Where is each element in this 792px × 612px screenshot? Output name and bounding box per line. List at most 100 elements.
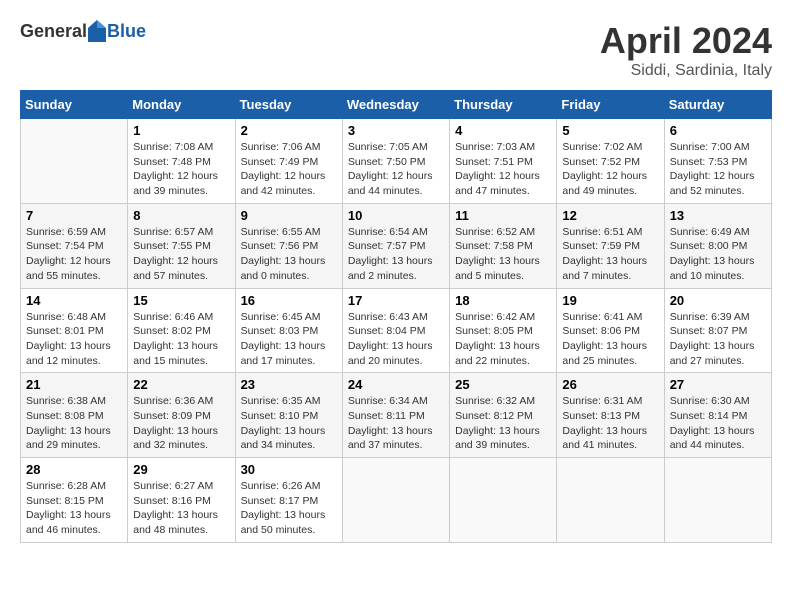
day-info: Sunrise: 6:41 AM Sunset: 8:06 PM Dayligh…	[562, 310, 658, 369]
calendar-cell: 2Sunrise: 7:06 AM Sunset: 7:49 PM Daylig…	[235, 119, 342, 204]
day-info: Sunrise: 6:28 AM Sunset: 8:15 PM Dayligh…	[26, 479, 122, 538]
day-number: 2	[241, 123, 337, 138]
calendar-cell: 16Sunrise: 6:45 AM Sunset: 8:03 PM Dayli…	[235, 288, 342, 373]
calendar-cell: 28 Sunrise: 6:28 AM Sunset: 8:15 PM Dayli…	[21, 458, 128, 543]
day-info: Sunrise: 6:51 AM Sunset: 7:59 PM Dayligh…	[562, 225, 658, 284]
day-info: Sunrise: 6:57 AM Sunset: 7:55 PM Dayligh…	[133, 225, 229, 284]
day-info: Sunrise: 6:42 AM Sunset: 8:05 PM Dayligh…	[455, 310, 551, 369]
day-number: 14	[26, 293, 122, 308]
day-number: 27	[670, 377, 766, 392]
weekday-header-tuesday: Tuesday	[235, 91, 342, 119]
day-number: 22	[133, 377, 229, 392]
day-info: Sunrise: 6:43 AM Sunset: 8:04 PM Dayligh…	[348, 310, 444, 369]
calendar-cell: 12 Sunrise: 6:51 AM Sunset: 7:59 PM Dayli…	[557, 203, 664, 288]
day-number: 25	[455, 377, 551, 392]
weekday-header-row: SundayMondayTuesdayWednesdayThursdayFrid…	[21, 91, 772, 119]
day-info: Sunrise: 6:36 AM Sunset: 8:09 PM Dayligh…	[133, 394, 229, 453]
calendar-header: SundayMondayTuesdayWednesdayThursdayFrid…	[21, 91, 772, 119]
calendar-cell: 26Sunrise: 6:31 AM Sunset: 8:13 PM Dayli…	[557, 373, 664, 458]
calendar-cell	[664, 458, 771, 543]
logo-general: General	[20, 21, 87, 42]
weekday-header-sunday: Sunday	[21, 91, 128, 119]
title-area: April 2024 Siddi, Sardinia, Italy	[600, 20, 772, 80]
calendar-cell: 30Sunrise: 6:26 AM Sunset: 8:17 PM Dayli…	[235, 458, 342, 543]
day-number: 17	[348, 293, 444, 308]
day-number: 10	[348, 208, 444, 223]
day-info: Sunrise: 6:52 AM Sunset: 7:58 PM Dayligh…	[455, 225, 551, 284]
day-info: Sunrise: 6:54 AM Sunset: 7:57 PM Dayligh…	[348, 225, 444, 284]
weekday-header-thursday: Thursday	[450, 91, 557, 119]
calendar-cell	[21, 119, 128, 204]
calendar-cell: 21Sunrise: 6:38 AM Sunset: 8:08 PM Dayli…	[21, 373, 128, 458]
day-number: 8	[133, 208, 229, 223]
day-number: 13	[670, 208, 766, 223]
calendar-cell: 1Sunrise: 7:08 AM Sunset: 7:48 PM Daylig…	[128, 119, 235, 204]
calendar-cell: 25 Sunrise: 6:32 AM Sunset: 8:12 PM Dayli…	[450, 373, 557, 458]
weekday-header-saturday: Saturday	[664, 91, 771, 119]
day-info: Sunrise: 6:48 AM Sunset: 8:01 PM Dayligh…	[26, 310, 122, 369]
logo-blue: Blue	[107, 21, 146, 42]
weekday-header-friday: Friday	[557, 91, 664, 119]
calendar-cell: 10 Sunrise: 6:54 AM Sunset: 7:57 PM Dayli…	[342, 203, 449, 288]
calendar-cell: 29 Sunrise: 6:27 AM Sunset: 8:16 PM Dayli…	[128, 458, 235, 543]
calendar-cell: 11 Sunrise: 6:52 AM Sunset: 7:58 PM Dayli…	[450, 203, 557, 288]
calendar-cell: 4 Sunrise: 7:03 AM Sunset: 7:51 PM Daylig…	[450, 119, 557, 204]
day-number: 11	[455, 208, 551, 223]
calendar-week-4: 21Sunrise: 6:38 AM Sunset: 8:08 PM Dayli…	[21, 373, 772, 458]
logo: General Blue	[20, 20, 146, 42]
calendar-cell	[450, 458, 557, 543]
day-info: Sunrise: 6:46 AM Sunset: 8:02 PM Dayligh…	[133, 310, 229, 369]
day-info: Sunrise: 7:08 AM Sunset: 7:48 PM Dayligh…	[133, 140, 229, 199]
day-number: 6	[670, 123, 766, 138]
location-title: Siddi, Sardinia, Italy	[600, 62, 772, 80]
calendar-week-5: 28 Sunrise: 6:28 AM Sunset: 8:15 PM Dayli…	[21, 458, 772, 543]
day-info: Sunrise: 6:31 AM Sunset: 8:13 PM Dayligh…	[562, 394, 658, 453]
calendar-week-2: 7Sunrise: 6:59 AM Sunset: 7:54 PM Daylig…	[21, 203, 772, 288]
calendar-cell: 18 Sunrise: 6:42 AM Sunset: 8:05 PM Dayli…	[450, 288, 557, 373]
calendar-table: SundayMondayTuesdayWednesdayThursdayFrid…	[20, 90, 772, 543]
calendar-cell	[342, 458, 449, 543]
day-number: 9	[241, 208, 337, 223]
calendar-cell: 5Sunrise: 7:02 AM Sunset: 7:52 PM Daylig…	[557, 119, 664, 204]
day-number: 28	[26, 462, 122, 477]
day-number: 19	[562, 293, 658, 308]
day-info: Sunrise: 6:27 AM Sunset: 8:16 PM Dayligh…	[133, 479, 229, 538]
day-number: 4	[455, 123, 551, 138]
day-info: Sunrise: 7:02 AM Sunset: 7:52 PM Dayligh…	[562, 140, 658, 199]
weekday-header-wednesday: Wednesday	[342, 91, 449, 119]
day-info: Sunrise: 7:00 AM Sunset: 7:53 PM Dayligh…	[670, 140, 766, 199]
day-info: Sunrise: 6:30 AM Sunset: 8:14 PM Dayligh…	[670, 394, 766, 453]
day-info: Sunrise: 6:49 AM Sunset: 8:00 PM Dayligh…	[670, 225, 766, 284]
day-number: 12	[562, 208, 658, 223]
day-info: Sunrise: 6:45 AM Sunset: 8:03 PM Dayligh…	[241, 310, 337, 369]
day-number: 3	[348, 123, 444, 138]
calendar-cell	[557, 458, 664, 543]
day-info: Sunrise: 6:32 AM Sunset: 8:12 PM Dayligh…	[455, 394, 551, 453]
weekday-header-monday: Monday	[128, 91, 235, 119]
calendar-cell: 14 Sunrise: 6:48 AM Sunset: 8:01 PM Dayli…	[21, 288, 128, 373]
day-number: 24	[348, 377, 444, 392]
month-title: April 2024	[600, 20, 772, 62]
calendar-cell: 24Sunrise: 6:34 AM Sunset: 8:11 PM Dayli…	[342, 373, 449, 458]
day-info: Sunrise: 6:38 AM Sunset: 8:08 PM Dayligh…	[26, 394, 122, 453]
day-number: 18	[455, 293, 551, 308]
calendar-cell: 6 Sunrise: 7:00 AM Sunset: 7:53 PM Daylig…	[664, 119, 771, 204]
calendar-cell: 23 Sunrise: 6:35 AM Sunset: 8:10 PM Dayli…	[235, 373, 342, 458]
calendar-cell: 3 Sunrise: 7:05 AM Sunset: 7:50 PM Daylig…	[342, 119, 449, 204]
day-info: Sunrise: 7:03 AM Sunset: 7:51 PM Dayligh…	[455, 140, 551, 199]
calendar-cell: 17 Sunrise: 6:43 AM Sunset: 8:04 PM Dayli…	[342, 288, 449, 373]
page-header: General Blue April 2024 Siddi, Sardinia,…	[20, 20, 772, 80]
calendar-cell: 7Sunrise: 6:59 AM Sunset: 7:54 PM Daylig…	[21, 203, 128, 288]
day-number: 23	[241, 377, 337, 392]
day-info: Sunrise: 7:05 AM Sunset: 7:50 PM Dayligh…	[348, 140, 444, 199]
calendar-cell: 13 Sunrise: 6:49 AM Sunset: 8:00 PM Dayli…	[664, 203, 771, 288]
calendar-week-3: 14 Sunrise: 6:48 AM Sunset: 8:01 PM Dayli…	[21, 288, 772, 373]
day-info: Sunrise: 6:55 AM Sunset: 7:56 PM Dayligh…	[241, 225, 337, 284]
calendar-cell: 22 Sunrise: 6:36 AM Sunset: 8:09 PM Dayli…	[128, 373, 235, 458]
calendar-cell: 27 Sunrise: 6:30 AM Sunset: 8:14 PM Dayli…	[664, 373, 771, 458]
day-number: 15	[133, 293, 229, 308]
day-info: Sunrise: 6:35 AM Sunset: 8:10 PM Dayligh…	[241, 394, 337, 453]
calendar-cell: 19 Sunrise: 6:41 AM Sunset: 8:06 PM Dayli…	[557, 288, 664, 373]
calendar-cell: 8 Sunrise: 6:57 AM Sunset: 7:55 PM Daylig…	[128, 203, 235, 288]
day-number: 29	[133, 462, 229, 477]
